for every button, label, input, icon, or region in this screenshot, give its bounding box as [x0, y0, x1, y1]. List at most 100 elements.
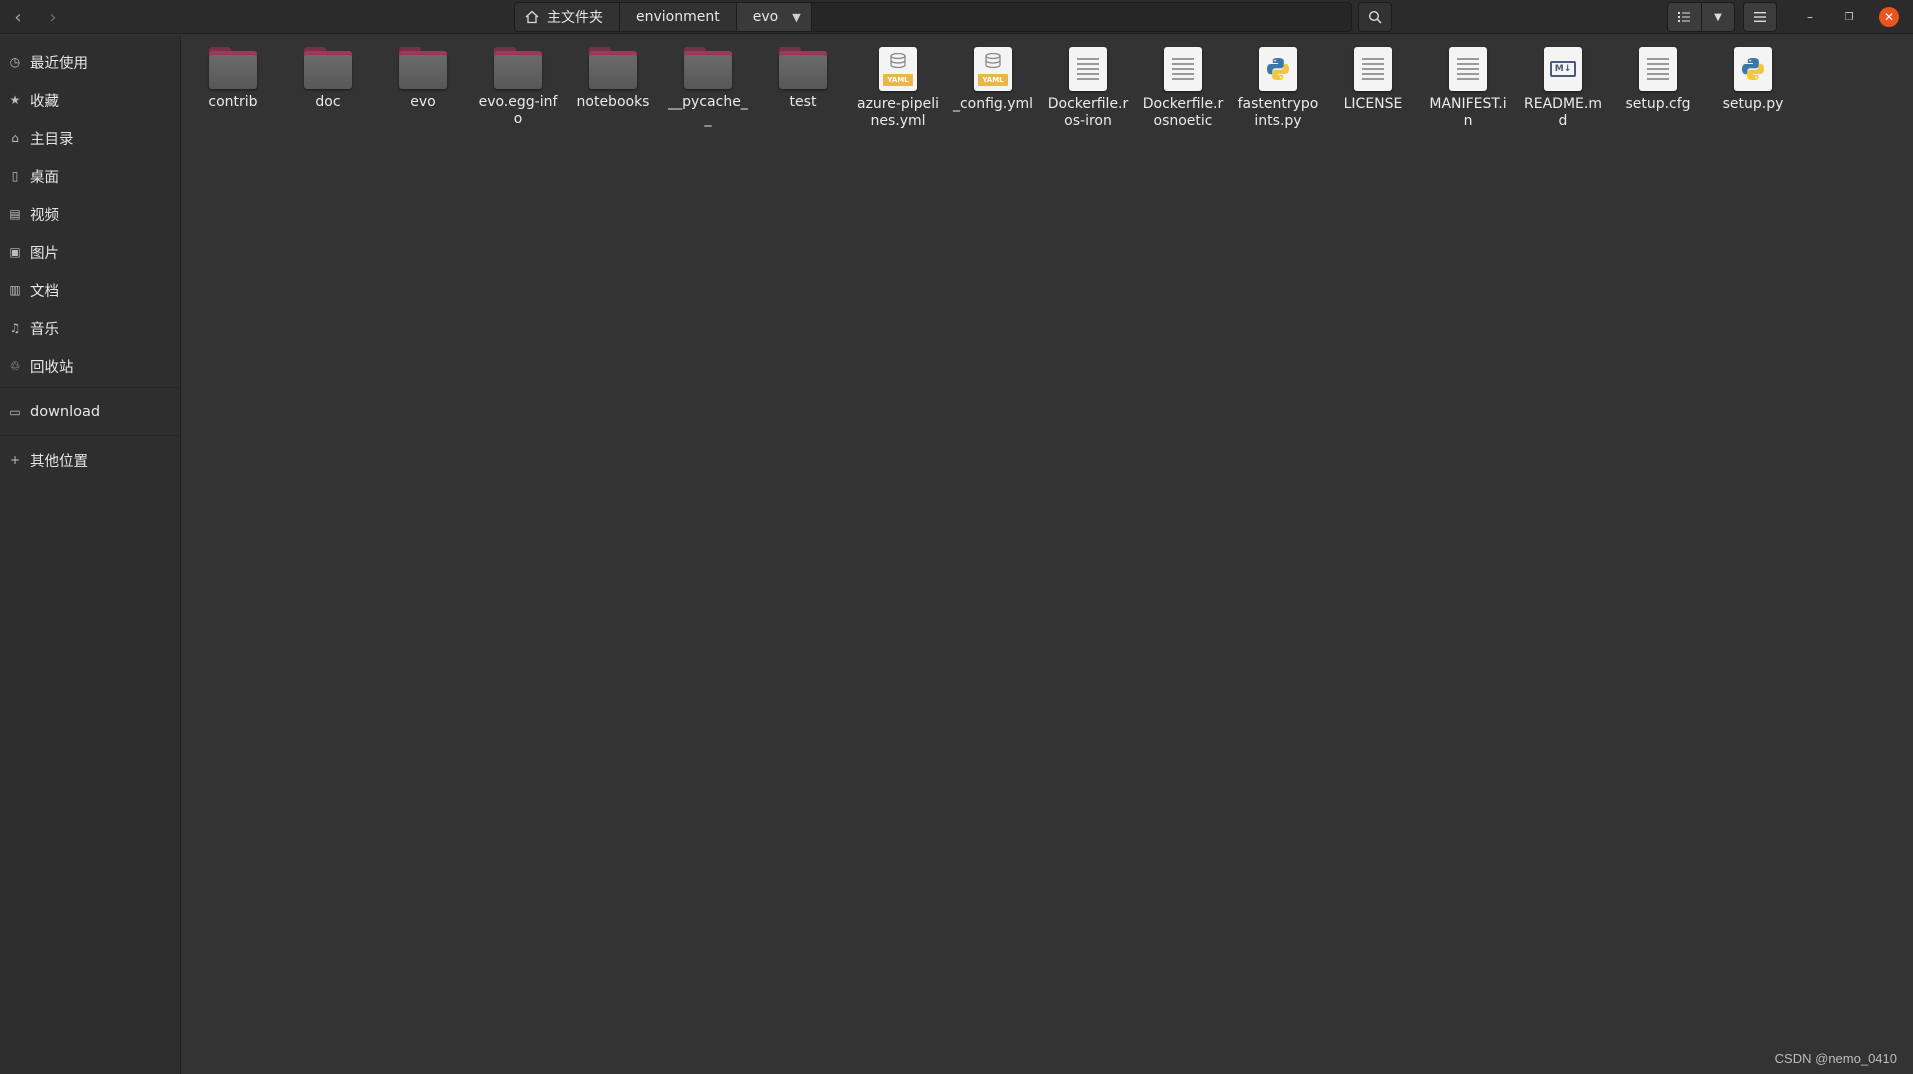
file-item-folder[interactable]: notebooks [571, 47, 655, 111]
text-file-icon [1164, 47, 1202, 91]
file-item-folder[interactable]: doc [286, 47, 370, 111]
sidebar-item-label: 桌面 [30, 169, 59, 186]
caret-down-icon: ▼ [1714, 11, 1722, 23]
trash-icon: ♲ [9, 359, 21, 373]
file-item-markdown[interactable]: M↓ README.md [1521, 47, 1605, 130]
file-name: fastentrypoints.py [1237, 96, 1319, 129]
close-icon: ✕ [1883, 10, 1895, 24]
file-item-folder[interactable]: contrib [191, 47, 275, 111]
file-name: Dockerfile.ros-iron [1047, 96, 1129, 129]
folder-icon [209, 47, 257, 89]
sidebar-item-label: 最近使用 [30, 55, 88, 72]
file-item-folder[interactable]: __pycache__ [666, 47, 750, 128]
yaml-file-icon: YAML [974, 47, 1012, 91]
folder-icon [304, 47, 352, 89]
maximize-button[interactable]: ❐ [1839, 7, 1859, 27]
list-view-icon [1678, 12, 1691, 22]
file-name: setup.cfg [1625, 96, 1691, 112]
hamburger-menu-button[interactable] [1743, 2, 1777, 32]
folder-icon [779, 47, 827, 89]
minimize-button[interactable]: – [1800, 7, 1820, 27]
sidebar-item-label: 文档 [30, 283, 59, 300]
sidebar-item-documents[interactable]: ▥ 文档 [0, 275, 180, 305]
text-file-icon [1069, 47, 1107, 91]
search-icon [1368, 10, 1382, 24]
sidebar-item-music[interactable]: ♫ 音乐 [0, 313, 180, 343]
file-name: evo [410, 94, 436, 110]
sidebar-item-starred[interactable]: ★ 收藏 [0, 85, 180, 115]
python-logo-icon [1742, 58, 1764, 80]
star-icon: ★ [9, 93, 21, 107]
home-icon: ⌂ [11, 131, 19, 145]
breadcrumb-evo[interactable]: evo ▼ [736, 3, 812, 31]
file-item-text[interactable]: Dockerfile.rosnoetic [1141, 47, 1225, 130]
folder-icon [494, 47, 542, 89]
sidebar-separator [0, 435, 180, 436]
file-item-yaml[interactable]: YAML azure-pipelines.yml [856, 47, 940, 130]
file-name: LICENSE [1343, 96, 1403, 112]
file-grid: contrib doc evo evo.egg-info notebooks _… [182, 35, 1913, 1074]
sidebar-item-videos[interactable]: ▤ 视频 [0, 199, 180, 229]
sidebar-item-label: 图片 [30, 245, 59, 262]
file-item-text[interactable]: MANIFEST.in [1426, 47, 1510, 130]
video-icon: ▤ [9, 207, 21, 221]
yaml-badge: YAML [883, 74, 913, 86]
file-name: notebooks [576, 94, 650, 110]
sidebar-item-label: 回收站 [30, 359, 74, 376]
breadcrumb-label: envionment [636, 9, 720, 25]
folder-icon: ▭ [9, 405, 21, 419]
file-item-text[interactable]: Dockerfile.ros-iron [1046, 47, 1130, 130]
file-item-yaml[interactable]: YAML _config.yml [951, 47, 1035, 113]
file-name: test [789, 94, 817, 110]
header-bar: ‹ › 主文件夹 envionment evo ▼ ▼ – ❐ ✕ [0, 0, 1913, 34]
python-file-icon [1259, 47, 1297, 91]
sidebar: ◷ 最近使用 ★ 收藏 ⌂ 主目录 ▯ 桌面 ▤ 视频 ▣ 图片 ▥ 文档 ♫ [0, 35, 181, 1074]
folder-icon [684, 47, 732, 89]
sidebar-item-label: 主目录 [30, 131, 74, 148]
file-item-python[interactable]: setup.py [1711, 47, 1795, 113]
python-logo-icon [1267, 58, 1289, 80]
search-button[interactable] [1358, 2, 1392, 32]
minimize-icon: – [1807, 10, 1813, 24]
breadcrumb-label: 主文件夹 [547, 10, 603, 26]
markdown-file-icon: M↓ [1544, 47, 1582, 91]
chevron-left-icon: ‹ [14, 6, 22, 28]
close-button[interactable]: ✕ [1879, 7, 1899, 27]
view-options-button[interactable]: ▼ [1700, 3, 1734, 31]
file-item-text[interactable]: LICENSE [1331, 47, 1415, 113]
file-name: setup.py [1722, 96, 1784, 112]
yaml-file-icon: YAML [879, 47, 917, 91]
sidebar-item-download[interactable]: ▭ download [0, 397, 180, 427]
list-view-button[interactable] [1668, 3, 1701, 31]
file-item-folder[interactable]: evo.egg-info [476, 47, 560, 128]
file-name: MANIFEST.in [1429, 96, 1507, 129]
file-name: doc [315, 94, 341, 110]
text-file-icon [1639, 47, 1677, 91]
image-icon: ▣ [9, 245, 21, 259]
breadcrumb-home[interactable]: 主文件夹 [515, 3, 620, 31]
file-name: Dockerfile.rosnoetic [1142, 96, 1224, 129]
watermark: CSDN @nemo_0410 [1774, 1051, 1897, 1066]
file-name: azure-pipelines.yml [857, 96, 939, 129]
sidebar-item-pictures[interactable]: ▣ 图片 [0, 237, 180, 267]
file-item-python[interactable]: fastentrypoints.py [1236, 47, 1320, 130]
sidebar-item-home[interactable]: ⌂ 主目录 [0, 123, 180, 153]
text-file-icon [1449, 47, 1487, 91]
file-name: evo.egg-info [478, 94, 558, 127]
back-button[interactable]: ‹ [2, 2, 34, 32]
sidebar-item-other-locations[interactable]: + 其他位置 [0, 445, 180, 475]
restore-icon: ❐ [1844, 11, 1854, 23]
breadcrumb-envionment[interactable]: envionment [620, 3, 737, 31]
file-item-folder[interactable]: test [761, 47, 845, 111]
caret-down-icon[interactable]: ▼ [792, 11, 800, 24]
forward-button[interactable]: › [37, 2, 69, 32]
sidebar-item-label: 其他位置 [30, 453, 88, 470]
file-item-text[interactable]: setup.cfg [1616, 47, 1700, 113]
file-item-folder[interactable]: evo [381, 47, 465, 111]
text-file-icon [1354, 47, 1392, 91]
sidebar-item-trash[interactable]: ♲ 回收站 [0, 351, 180, 381]
breadcrumb-label: evo [752, 9, 779, 25]
sidebar-item-recent[interactable]: ◷ 最近使用 [0, 47, 180, 77]
sidebar-item-label: download [30, 404, 101, 420]
sidebar-item-desktop[interactable]: ▯ 桌面 [0, 161, 180, 191]
